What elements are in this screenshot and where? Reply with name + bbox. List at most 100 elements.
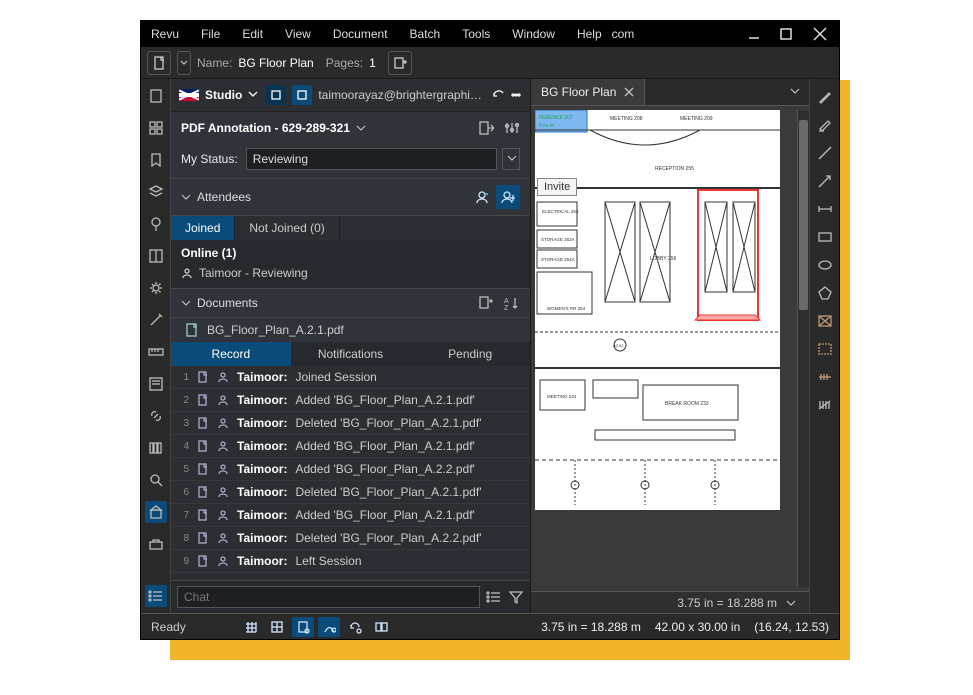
- follow-attendee-button[interactable]: [470, 185, 494, 209]
- add-document-icon[interactable]: [478, 295, 494, 311]
- list-icon[interactable]: [486, 589, 502, 605]
- svg-text:MEETING 208: MEETING 208: [610, 116, 643, 122]
- highlight-tool-icon[interactable]: [817, 117, 833, 133]
- content-snap-icon[interactable]: [318, 617, 340, 637]
- maximize-icon[interactable]: [779, 27, 793, 41]
- rail-layers-icon[interactable]: [145, 181, 167, 203]
- session-icon[interactable]: [266, 85, 286, 105]
- tab-pending[interactable]: Pending: [410, 342, 530, 366]
- file-dropdown[interactable]: [177, 51, 191, 75]
- person-icon: [217, 532, 229, 544]
- filter-icon[interactable]: [508, 589, 524, 605]
- menu-tools[interactable]: Tools: [462, 27, 490, 41]
- menu-edit[interactable]: Edit: [242, 27, 263, 41]
- rail-list-icon[interactable]: [145, 585, 167, 607]
- menu-help[interactable]: Help: [577, 27, 602, 41]
- record-row[interactable]: 5 Taimoor: Added 'BG_Floor_Plan_A.2.2.pd…: [171, 458, 530, 481]
- dimension-tool-icon[interactable]: [817, 201, 833, 217]
- menu-view[interactable]: View: [285, 27, 311, 41]
- record-row[interactable]: 8 Taimoor: Deleted 'BG_Floor_Plan_A.2.2.…: [171, 527, 530, 550]
- add-page-icon[interactable]: [388, 51, 412, 75]
- rectangle-tool-icon[interactable]: [817, 229, 833, 245]
- leave-icon[interactable]: [478, 120, 494, 136]
- settings-icon[interactable]: [504, 120, 520, 136]
- polygon-tool-icon[interactable]: [817, 285, 833, 301]
- refresh-icon[interactable]: [492, 89, 504, 101]
- rail-link-icon[interactable]: [145, 405, 167, 427]
- rail-ruler-icon[interactable]: [145, 341, 167, 363]
- page-snap-icon[interactable]: [292, 617, 314, 637]
- record-row[interactable]: 2 Taimoor: Added 'BG_Floor_Plan_A.2.1.pd…: [171, 389, 530, 412]
- svg-text:5 cu m: 5 cu m: [539, 123, 554, 129]
- overflow-icon[interactable]: [510, 89, 522, 101]
- rail-grid-icon[interactable]: [145, 117, 167, 139]
- file-icon[interactable]: [147, 51, 171, 75]
- chevron-down-icon[interactable]: [785, 597, 797, 609]
- count-tool-icon[interactable]: [817, 369, 833, 385]
- close-icon[interactable]: [811, 25, 829, 43]
- area-tool-icon[interactable]: [817, 313, 833, 329]
- tab-not-joined[interactable]: Not Joined (0): [235, 216, 339, 240]
- document-area: BG Floor Plan Invite FERENCE 207 5 cu m …: [531, 79, 809, 613]
- tab-notifications[interactable]: Notifications: [291, 342, 411, 366]
- tally-tool-icon[interactable]: [817, 397, 833, 413]
- tab-joined[interactable]: Joined: [171, 216, 235, 240]
- rail-toolbox-icon[interactable]: [145, 533, 167, 555]
- rail-bookmark-icon[interactable]: [145, 149, 167, 171]
- menu-batch[interactable]: Batch: [410, 27, 441, 41]
- perimeter-tool-icon[interactable]: [817, 341, 833, 357]
- document-tab[interactable]: BG Floor Plan: [531, 79, 645, 105]
- record-type-icon: [197, 394, 209, 406]
- vertical-scrollbar[interactable]: [797, 110, 809, 587]
- menu-window[interactable]: Window: [512, 27, 555, 41]
- menu-bar: Revu File Edit View Document Batch Tools…: [141, 21, 839, 47]
- line-tool-icon[interactable]: [817, 145, 833, 161]
- record-row[interactable]: 7 Taimoor: Added 'BG_Floor_Plan_A.2.1.pd…: [171, 504, 530, 527]
- record-row[interactable]: 3 Taimoor: Deleted 'BG_Floor_Plan_A.2.1.…: [171, 412, 530, 435]
- invite-attendee-button[interactable]: [496, 185, 520, 209]
- record-row[interactable]: 6 Taimoor: Deleted 'BG_Floor_Plan_A.2.1.…: [171, 481, 530, 504]
- rail-file-icon[interactable]: [145, 85, 167, 107]
- chevron-down-icon[interactable]: [181, 192, 191, 202]
- rail-gear-icon[interactable]: [145, 277, 167, 299]
- sync-view-icon[interactable]: [370, 617, 392, 637]
- reuse-tool-icon[interactable]: [344, 617, 366, 637]
- expand-tabs-icon[interactable]: [781, 81, 809, 104]
- sort-icon[interactable]: AZ: [504, 295, 520, 311]
- record-row[interactable]: 1 Taimoor: Joined Session: [171, 366, 530, 389]
- rail-wand-icon[interactable]: [145, 309, 167, 331]
- snap-toggle-icon[interactable]: [266, 617, 288, 637]
- attendee-row[interactable]: Taimoor - Reviewing: [181, 264, 520, 282]
- rail-form-icon[interactable]: [145, 373, 167, 395]
- chevron-down-icon[interactable]: [356, 123, 366, 133]
- rail-studio-icon[interactable]: [145, 501, 167, 523]
- grid-toggle-icon[interactable]: [240, 617, 262, 637]
- chevron-down-icon[interactable]: [181, 298, 191, 308]
- menu-document[interactable]: Document: [333, 27, 388, 41]
- rail-search-icon[interactable]: [145, 469, 167, 491]
- drawing-canvas[interactable]: Invite FERENCE 207 5 cu m MEETING 208 ME…: [535, 110, 793, 587]
- arrow-tool-icon[interactable]: [817, 173, 833, 189]
- tab-record[interactable]: Record: [171, 342, 291, 366]
- rail-books-icon[interactable]: [145, 437, 167, 459]
- record-row[interactable]: 4 Taimoor: Added 'BG_Floor_Plan_A.2.1.pd…: [171, 435, 530, 458]
- status-select[interactable]: [246, 148, 497, 170]
- menu-items: Revu File Edit View Document Batch Tools…: [151, 27, 634, 41]
- rail-pin-icon[interactable]: [145, 213, 167, 235]
- close-tab-icon[interactable]: [624, 87, 634, 97]
- chevron-down-icon[interactable]: [502, 148, 520, 170]
- pen-tool-icon[interactable]: [817, 89, 833, 105]
- name-value: BG Floor Plan: [238, 56, 313, 70]
- chat-input[interactable]: [177, 586, 480, 608]
- record-action: Added 'BG_Floor_Plan_A.2.1.pdf': [295, 439, 474, 453]
- record-row[interactable]: 9 Taimoor: Left Session: [171, 550, 530, 573]
- minimize-icon[interactable]: [747, 27, 761, 41]
- rail-plan-icon[interactable]: [145, 245, 167, 267]
- menu-revu[interactable]: Revu: [151, 27, 179, 41]
- person-icon: [217, 509, 229, 521]
- document-item[interactable]: BG_Floor_Plan_A.2.1.pdf: [171, 318, 530, 342]
- ellipse-tool-icon[interactable]: [817, 257, 833, 273]
- chevron-down-icon[interactable]: [248, 89, 260, 101]
- menu-file[interactable]: File: [201, 27, 220, 41]
- project-icon[interactable]: [292, 85, 312, 105]
